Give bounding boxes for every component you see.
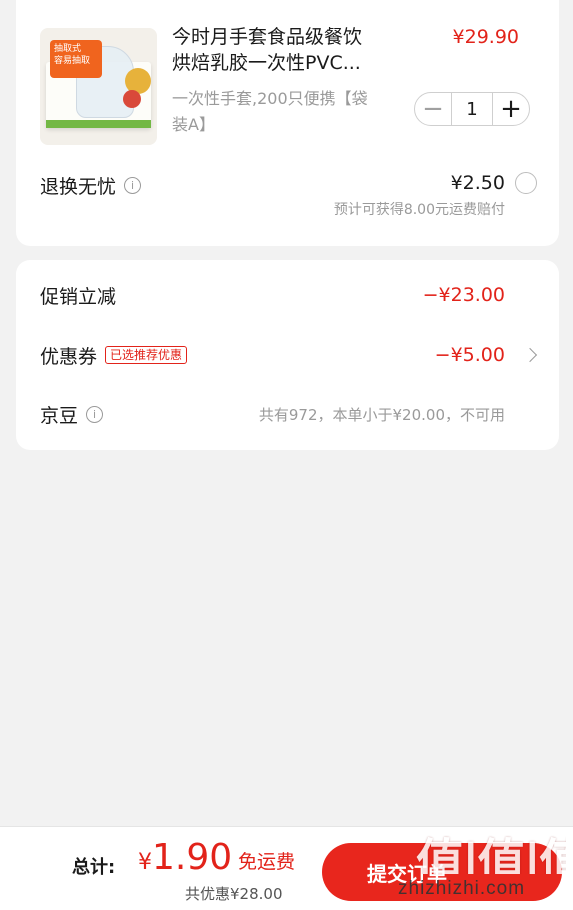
promo-value: −¥23.00 — [422, 284, 505, 306]
watermark-logo: 值|值|值 — [416, 834, 566, 874]
product-spec[interactable]: 一次性手套,200只便携【袋 装A】 — [172, 86, 408, 138]
info-icon[interactable]: i — [86, 405, 104, 423]
return-service-label: 退换无忧 i — [40, 172, 142, 199]
return-service-text: 退换无忧 — [40, 176, 117, 198]
quantity-stepper: − 1 + — [414, 92, 530, 126]
return-service-price: ¥2.50 — [450, 172, 505, 194]
product-card: 抽取式 容易抽取 今时月手套食品级餐饮 烘焙乳胶一次性PVC... ¥29.90… — [16, 0, 559, 246]
promotions-card: 促销立减 −¥23.00 优惠券 已选推荐优惠 −¥5.00 京豆 i 共有97… — [16, 260, 559, 450]
return-service-note: 预计可获得8.00元运费赔付 — [333, 202, 505, 218]
info-icon[interactable]: i — [124, 177, 142, 194]
coupon-row[interactable]: 优惠券 已选推荐优惠 −¥5.00 — [40, 340, 538, 370]
product-spec-line-1: 一次性手套,200只便携【袋 — [172, 89, 368, 108]
jingdou-row: 京豆 i 共有972，本单小于¥20.00，不可用 — [40, 399, 535, 429]
total-value: 1.90 — [152, 837, 233, 878]
promo-row: 促销立减 −¥23.00 — [40, 280, 535, 310]
box-stripe — [46, 120, 151, 128]
thumb-ribbon: 抽取式 容易抽取 — [50, 40, 102, 78]
product-title[interactable]: 今时月手套食品级餐饮 烘焙乳胶一次性PVC... — [172, 24, 408, 76]
jingdou-label: 京豆 — [40, 404, 79, 427]
increase-quantity-button[interactable]: + — [493, 93, 529, 125]
watermark-text: zhizhizhi.com — [398, 878, 526, 899]
product-title-line-2: 烘焙乳胶一次性PVC... — [172, 52, 361, 74]
free-shipping-label: 免运费 — [238, 851, 296, 873]
currency-symbol: ¥ — [138, 850, 152, 875]
product-spec-line-2: 装A】 — [172, 115, 215, 134]
decrease-quantity-button[interactable]: − — [415, 93, 451, 125]
food-image-2 — [123, 90, 141, 108]
total-label: 总计: — [72, 857, 116, 878]
coupon-value: −¥5.00 — [434, 344, 505, 366]
ribbon-line-1: 抽取式 — [54, 44, 82, 54]
jingdou-value: 共有972，本单小于¥20.00，不可用 — [258, 405, 505, 424]
product-title-line-1: 今时月手套食品级餐饮 — [172, 26, 363, 48]
promo-label: 促销立减 — [40, 285, 117, 308]
total-amount: ¥1.90 — [138, 837, 232, 878]
ribbon-line-2: 容易抽取 — [54, 56, 91, 66]
chevron-right-icon[interactable] — [522, 347, 538, 363]
total-discount: 共优惠¥28.00 — [185, 885, 283, 903]
coupon-tag: 已选推荐优惠 — [105, 346, 188, 364]
return-service-radio[interactable] — [515, 172, 537, 194]
quantity-value[interactable]: 1 — [451, 93, 493, 125]
coupon-label: 优惠券 — [40, 345, 98, 368]
product-price: ¥29.90 — [452, 26, 519, 48]
product-thumbnail[interactable]: 抽取式 容易抽取 — [40, 28, 157, 145]
